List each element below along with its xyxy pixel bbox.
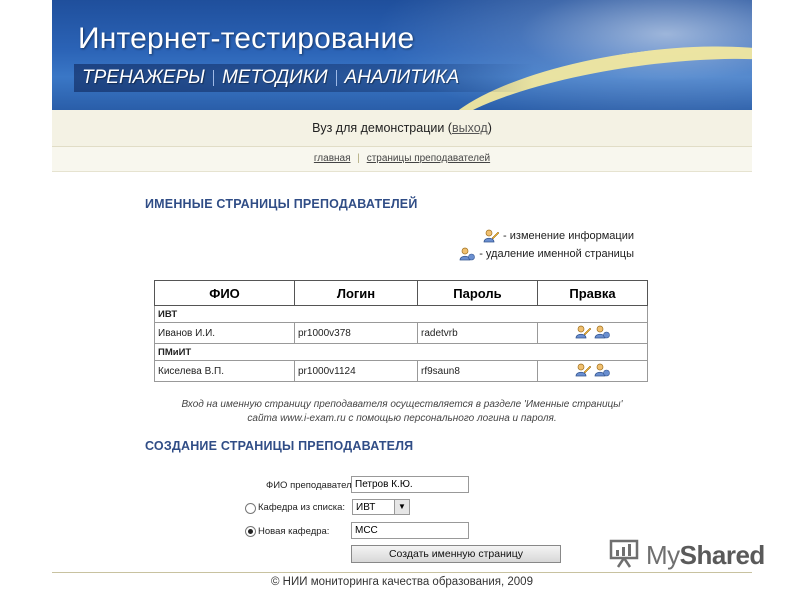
- column-header-login: Логин: [294, 280, 418, 306]
- column-header-fio: ФИО: [154, 280, 295, 306]
- legend-delete: - удаление именной страницы: [459, 247, 634, 261]
- login-note: Вход на именную страницу преподавателя о…: [147, 398, 657, 426]
- column-header-edit: Правка: [537, 280, 648, 306]
- cell-login: pr1000v378: [294, 322, 418, 344]
- watermark-text-b: Shared: [679, 540, 766, 570]
- edit-person-icon[interactable]: [575, 325, 592, 339]
- watermark-text-a: My: [646, 540, 680, 570]
- logout-link[interactable]: выход: [452, 121, 488, 135]
- banner-nav: ТРЕНАЖЕРЫ МЕТОДИКИ АНАЛИТИКА: [74, 64, 534, 92]
- cell-actions: [537, 360, 648, 382]
- presentation-icon: [608, 538, 640, 573]
- watermark-logo: MyShared: [608, 538, 765, 573]
- dept-from-list-label: Кафедра из списка:: [258, 502, 345, 513]
- dept-select[interactable]: ИВТ ▼: [352, 499, 410, 515]
- dept-from-list-radio[interactable]: [245, 503, 256, 514]
- create-page-button[interactable]: Создать именную страницу: [351, 545, 561, 563]
- chevron-down-icon: ▼: [394, 500, 409, 514]
- login-note-line2: сайта www.i-exam.ru с помощью персональн…: [247, 413, 557, 424]
- cell-login: pr1000v1124: [294, 360, 418, 382]
- nav-methods[interactable]: МЕТОДИКИ: [214, 67, 336, 89]
- breadcrumb-teacher-pages[interactable]: страницы преподавателей: [367, 153, 490, 164]
- legend-edit: - изменение информации: [483, 229, 634, 243]
- table-header-row: ФИО Логин Пароль Правка: [154, 280, 648, 306]
- page: Интернет-тестирование ТРЕНАЖЕРЫ МЕТОДИКИ…: [52, 0, 752, 600]
- cell-fio: Иванов И.И.: [154, 322, 295, 344]
- table-row: Киселева В.П. pr1000v1124 rf9saun8: [154, 360, 648, 382]
- dept-select-value: ИВТ: [356, 502, 376, 513]
- fio-input[interactable]: [351, 476, 469, 493]
- group-name: ПМиИТ: [154, 343, 648, 361]
- teachers-table: ФИО Логин Пароль Правка ИВТ Иванов И.И. …: [154, 280, 648, 382]
- create-section-title: СОЗДАНИЕ СТРАНИЦЫ ПРЕПОДАВАТЕЛЯ: [145, 439, 414, 453]
- group-name: ИВТ: [154, 305, 648, 323]
- delete-person-icon: [459, 247, 475, 261]
- site-banner: Интернет-тестирование ТРЕНАЖЕРЫ МЕТОДИКИ…: [52, 0, 752, 110]
- user-bar: Вуз для демонстрации (выход): [52, 110, 752, 147]
- table-row: Иванов И.И. pr1000v378 radetvrb: [154, 322, 648, 344]
- cell-password: rf9saun8: [417, 360, 538, 382]
- edit-person-icon: [483, 229, 500, 243]
- site-title: Интернет-тестирование: [78, 22, 415, 55]
- legend-delete-label: - удаление именной страницы: [479, 248, 634, 260]
- userbar-suffix: ): [487, 121, 492, 135]
- legend-edit-label: - изменение информации: [503, 230, 634, 242]
- cell-fio: Киселева В.П.: [154, 360, 295, 382]
- teachers-section-title: ИМЕННЫЕ СТРАНИЦЫ ПРЕПОДАВАТЕЛЕЙ: [145, 197, 418, 211]
- cell-actions: [537, 322, 648, 344]
- new-dept-label: Новая кафедра:: [258, 526, 330, 537]
- delete-person-icon[interactable]: [594, 363, 610, 377]
- edit-person-icon[interactable]: [575, 363, 592, 377]
- cell-password: radetvrb: [417, 322, 538, 344]
- new-dept-radio[interactable]: [245, 526, 256, 537]
- watermark-text: MyShared: [646, 540, 765, 571]
- breadcrumb: главная | страницы преподавателей: [52, 147, 752, 172]
- column-header-password: Пароль: [417, 280, 538, 306]
- nav-trainers[interactable]: ТРЕНАЖЕРЫ: [74, 67, 213, 89]
- delete-person-icon[interactable]: [594, 325, 610, 339]
- fio-label: ФИО преподавателя:: [266, 480, 360, 491]
- university-name: Вуз для демонстрации (: [312, 121, 452, 135]
- breadcrumb-separator: |: [357, 153, 360, 164]
- table-group-row: ПМиИТ: [154, 343, 648, 361]
- footer-copyright: © НИИ мониторинга качества образования, …: [271, 576, 533, 588]
- table-group-row: ИВТ: [154, 305, 648, 323]
- nav-analytics[interactable]: АНАЛИТИКА: [337, 67, 468, 89]
- new-dept-input[interactable]: [351, 522, 469, 539]
- breadcrumb-home[interactable]: главная: [314, 153, 351, 164]
- login-note-line1: Вход на именную страницу преподавателя о…: [181, 399, 623, 410]
